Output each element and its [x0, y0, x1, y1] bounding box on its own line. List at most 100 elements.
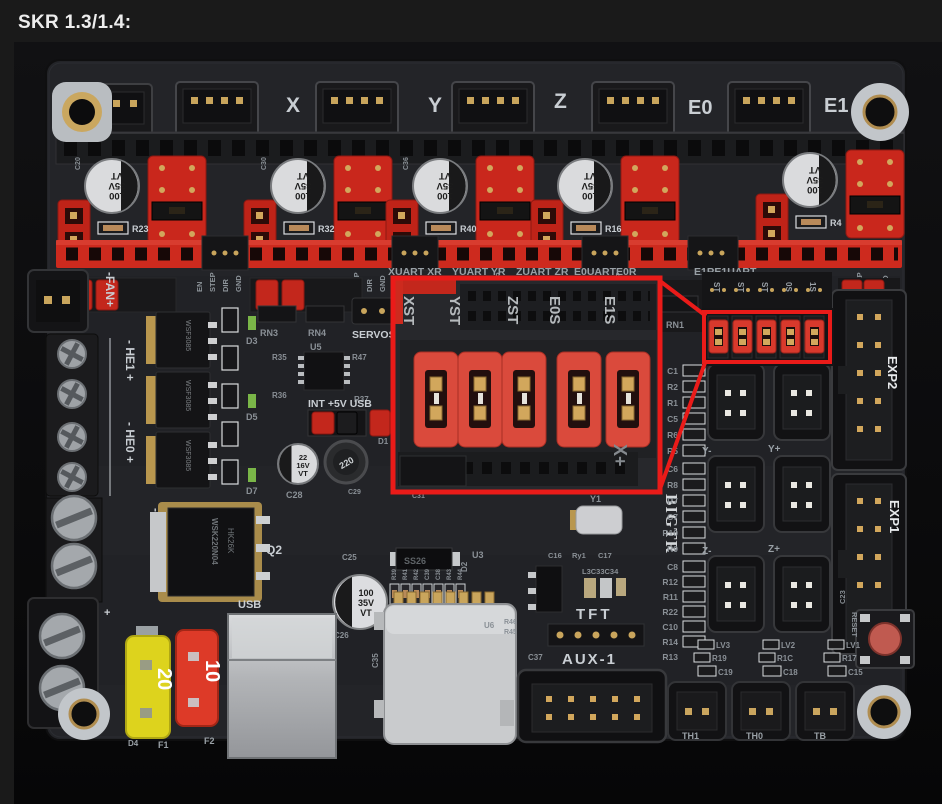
- rn4-label: RN4: [308, 328, 326, 338]
- svg-text:R7: R7: [667, 496, 678, 506]
- driver-ref: R16: [605, 224, 622, 234]
- svg-text:R14: R14: [662, 637, 678, 647]
- rn1-label: RN1: [666, 320, 684, 330]
- motor-label-y: Y: [428, 94, 442, 117]
- cap-ref: C36: [403, 157, 410, 170]
- svg-text:C39: C39: [425, 568, 431, 580]
- u5-label: U5: [310, 342, 322, 352]
- mosfet-he0: [146, 372, 217, 428]
- q2-label: Q2: [266, 543, 282, 557]
- e0s-label: E0S: [546, 296, 563, 324]
- bigfet-label: WSK220N04: [210, 518, 219, 565]
- svg-text:R2: R2: [667, 382, 678, 392]
- r36-label: R36: [272, 391, 287, 400]
- svg-text:STEP: STEP: [208, 272, 217, 292]
- main-cap-text: 35V: [358, 598, 374, 608]
- zst-label: ZST: [504, 296, 521, 324]
- r35-label: R35: [272, 353, 287, 362]
- driver-ref: R32: [318, 224, 335, 234]
- driver-ref: R23: [132, 224, 149, 234]
- cap-ref: C20: [75, 157, 82, 170]
- driver-ref: R4: [830, 218, 842, 228]
- d5-label: D5: [246, 412, 258, 422]
- svg-text:ST: ST: [736, 282, 745, 292]
- rn4-chip: [306, 306, 344, 322]
- cap-ref: C30: [261, 157, 268, 170]
- yst-label: YST: [446, 296, 463, 325]
- z-plus-label: Z+: [768, 544, 780, 555]
- svg-text:EN: EN: [195, 282, 204, 292]
- svg-text:C10: C10: [662, 622, 678, 632]
- int5v-jumper: [312, 412, 334, 434]
- svg-text:R9: R9: [667, 544, 678, 554]
- svg-text:R17: R17: [842, 654, 857, 663]
- svg-text:ST: ST: [712, 282, 721, 292]
- he0-label: - HE0 +: [123, 422, 137, 463]
- y-plus-label: Y+: [768, 444, 781, 455]
- u6-label: U6: [484, 621, 495, 630]
- motor-connector-z: [452, 82, 534, 138]
- motor-label-z: Z: [554, 90, 567, 113]
- xst-label: XST: [400, 296, 417, 325]
- motor-connector-row: X Y Z E0 E1: [98, 82, 848, 138]
- fan-label: -FAN+: [103, 272, 117, 307]
- svg-text:R8: R8: [667, 480, 678, 490]
- aux1-connector: [518, 670, 666, 742]
- main-cap-text: 100: [358, 588, 373, 598]
- xplus-label: X+: [610, 444, 630, 467]
- svg-text:R13: R13: [662, 652, 678, 662]
- tft-label: TFT: [576, 606, 613, 623]
- usb5v-jumper: [370, 410, 390, 436]
- svg-text:C19: C19: [718, 668, 733, 677]
- reset-label: RESET: [850, 612, 859, 637]
- r46-label: R46: [504, 619, 517, 626]
- d7-label: D7: [246, 486, 258, 496]
- endstop-z-plus: [774, 556, 830, 632]
- f1-label: F1: [158, 740, 169, 750]
- endstop-x-minus: [708, 364, 764, 440]
- svg-text:R1: R1: [667, 398, 678, 408]
- motor-connector-x: [176, 82, 258, 138]
- motor-label-e0: E0: [688, 97, 712, 119]
- motor-label-x: X: [286, 94, 300, 117]
- u5-chip: [304, 352, 344, 390]
- svg-text:ST: ST: [760, 282, 769, 292]
- mini-jumper-area: ST ST ST 0S 1S: [702, 272, 834, 366]
- y1-crystal: [576, 506, 622, 534]
- board-photo: WSF3085: [0, 0, 942, 804]
- r45-label: R45: [504, 629, 517, 636]
- svg-text:R11: R11: [663, 592, 678, 602]
- svg-text:LV1: LV1: [846, 641, 861, 650]
- rn3-chip: [258, 306, 296, 322]
- fuse-10a-label: 10: [201, 660, 223, 682]
- svg-text:C18: C18: [783, 668, 798, 677]
- aux1-label: AUX-1: [562, 651, 617, 668]
- svg-text:0S: 0S: [784, 282, 793, 292]
- th0-label: TH0: [746, 731, 763, 741]
- e1s-label: E1S: [601, 296, 618, 324]
- sot-transistor: [536, 566, 562, 612]
- exp1-label: EXP1: [887, 500, 902, 533]
- svg-text:1S: 1S: [808, 282, 817, 292]
- svg-text:C15: C15: [848, 668, 863, 677]
- int5v-label: INT +5V USB: [308, 398, 372, 410]
- svg-text:R12: R12: [662, 577, 678, 587]
- mosfet-he1: [146, 312, 217, 368]
- c17-label: C17: [598, 551, 612, 560]
- tb-label: TB: [814, 731, 826, 741]
- usb-port: [228, 614, 336, 758]
- bigfet-label: HK26K: [226, 528, 235, 554]
- svg-text:R1C: R1C: [777, 654, 793, 663]
- svg-text:DIR: DIR: [365, 279, 374, 293]
- c37-label: C37: [528, 653, 543, 662]
- svg-text:R10: R10: [662, 528, 678, 538]
- he1-label: - HE1 +: [123, 340, 137, 381]
- svg-text:C38: C38: [436, 568, 442, 580]
- d3-label: D3: [246, 336, 258, 346]
- svg-text:C7: C7: [667, 512, 678, 522]
- svg-text:C8: C8: [667, 562, 678, 572]
- endstop-y-minus: [708, 456, 764, 532]
- l3-label: L3C33C34: [582, 567, 619, 576]
- motor-connector-y: [316, 82, 398, 138]
- svg-text:GND: GND: [234, 275, 243, 292]
